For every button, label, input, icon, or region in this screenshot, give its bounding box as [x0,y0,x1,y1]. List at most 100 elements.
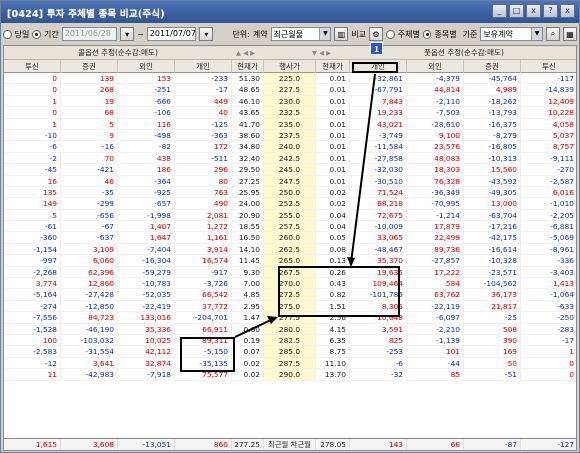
cell-call-foreign: 186 [118,164,175,175]
cell-call-securities: -27,428 [61,289,118,300]
cell-put-trust: 12,409 [521,96,576,106]
settings-button[interactable]: ⚙ [369,27,384,41]
radio-period-label: 기간 [44,29,59,39]
col-call-trust[interactable]: 투신 [4,60,61,73]
minimize-button[interactable]: _ [492,4,507,18]
table-row[interactable]: 1 19 -666 449 46.10 230.0 0.01 7,843 -2,110 -18,2… [4,95,576,108]
search-icon: ⌕ [550,29,556,38]
cell-call-securities: 268 [61,84,118,95]
table-row[interactable]: 11 -42,983 -7,918 75,577 0.02 290.0 13.70 -32 85… [4,369,576,381]
table-row[interactable]: 0 268 -251 -17 48.65 227.5 0.01 -67,791 44,814 4,… [4,84,576,96]
cell-put-securities: -10,328 [464,255,521,266]
table-row[interactable]: 0 68 -106 40 43.65 232.5 0.01 19,233 -7,503 -13,7… [4,107,576,119]
basis-select[interactable]: 보유계약 ▼ [480,27,544,41]
table-row[interactable]: -1,528 -46,190 35,336 66,911 0.60 280.0 4.15 3,… [4,323,576,335]
table-row[interactable]: -12 3,641 32,874 -35,135 0.02 287.5 11.10 -6 -44… [4,357,576,370]
col-call-individual[interactable]: 개인 [175,60,232,73]
table-row[interactable]: 100 -103,032 10,025 89,311 0.19 282.5 6.35 825-… [4,334,576,347]
search-button[interactable]: ⌕ [546,27,561,41]
cell-put-trust: -2,587 [521,176,576,186]
col-put-price[interactable]: 현재가 [316,60,350,73]
cell-call-trust: -274 [4,300,61,312]
month-select[interactable]: 최근월물 ▼ [270,27,332,41]
cell-put-securities: -16,805 [464,141,521,152]
put-nav-arrows[interactable]: ▼ ◀ ▶ [312,48,331,58]
cell-call-trust: -1,154 [4,243,61,255]
cell-put-individual: 71,524 [350,186,407,198]
col-put-trust[interactable]: 투신 [521,60,576,73]
call-nav-arrows[interactable]: ▲ ◀ ▶ [236,48,255,58]
cell-call-price: 46.10 [232,95,264,107]
restore-button[interactable]: x [526,4,541,18]
cell-strike: 225.0 [264,73,316,84]
cell-put-price: 0.01 [316,129,350,141]
table-row[interactable]: -10 9 -498 -363 38.60 237.5 0.01 -3,749 9,100 -8,… [4,129,576,142]
cell-call-securities: 46 [61,175,118,186]
table-row[interactable]: -61 -67 1,407 1,272 18.55 257.5 0.04 -10,009 17,… [4,221,576,233]
col-put-foreign[interactable]: 외인 [407,60,464,73]
total-put-trust: -127 [521,439,576,450]
table-row[interactable]: 135 -35 -925 763 25.95 250.0 0.02 71,524 -36,349… [4,186,576,199]
cell-put-foreign: -36,349 [407,186,464,198]
cell-strike: 240.0 [264,141,316,152]
cell-put-individual: 3,591 [350,323,407,334]
table-row[interactable]: 149 -299 -657 490 24.00 252.5 0.02 68,218 -70,99… [4,198,576,210]
cell-call-securities: 6,060 [61,255,118,266]
radio-period[interactable] [32,29,42,39]
cell-put-securities: -42,175 [464,232,521,243]
cell-call-trust: 1 [4,118,61,129]
cell-put-securities: 21,817 [464,300,521,312]
cell-call-trust: 16 [4,175,61,186]
table-row[interactable]: 5 -656 -1,998 2,081 20.90 255.0 0.04 72,675 -1,2… [4,209,576,222]
cell-call-securities: 139 [61,73,118,84]
cell-put-price: 0.08 [316,243,350,255]
cell-put-trust: -117 [521,73,576,83]
cell-call-foreign: -10,783 [118,278,175,289]
table-row[interactable]: -997 6,060 -16,304 16,574 11.45 265.0 0.13 35,3… [4,255,576,267]
end-calendar-button[interactable]: ▾ [199,27,214,41]
table-row[interactable]: 0 139 153 -233 51.30 225.0 0.01 -32,861 -4,379 -4… [4,73,576,85]
chart-button[interactable]: ▥ [334,27,349,41]
cell-put-securities: -51 [464,369,521,380]
table-row[interactable]: -360 -637 1,647 1,161 16.50 260.0 0.05 33,065 22… [4,232,576,244]
basis-label: 기준 [462,29,478,39]
cell-call-trust: 11 [4,369,61,380]
radio-by-investor-label: 주체별 [397,29,420,39]
table-row[interactable]: 16 46 -364 80 27.25 247.5 0.01 -30,510 76,328 -43… [4,175,576,187]
radio-day[interactable] [3,29,12,39]
total-put-individual: 143 [350,439,407,450]
cell-call-trust: -997 [4,255,61,266]
table-row[interactable]: -6 -16 -82 172 34.80 240.0 0.01 -11,584 23,576 -1… [4,141,576,153]
table-row[interactable]: 1 5 116 -125 41.70 235.0 0.01 43,021 -28,610 -16,… [4,118,576,130]
cell-call-securities: -12,850 [61,300,118,312]
col-call-price[interactable]: 현재가 [232,60,264,73]
cell-call-foreign: -52,035 [118,289,175,300]
cell-call-price: 34.80 [232,141,264,152]
cell-strike: 242.5 [264,152,316,164]
table-row[interactable]: -45 -421 186 296 29.50 245.0 0.01 -32,030 18,303… [4,164,576,176]
cell-call-securities: 3,109 [61,243,118,255]
grid-body: 0 139 153 -233 51.30 225.0 0.01 -32,861 -4,379 -4… [4,73,576,381]
annotation-badge: 1 [370,42,383,55]
table-row[interactable]: -2 70 438 -511 32.40 242.5 0.01 -27,858 48,083 -1… [4,152,576,165]
col-strike[interactable]: 행사가 [264,60,316,73]
table-row[interactable]: -2,583 -31,554 42,112 -5,150 0.07 285.0 8.75 -2… [4,346,576,358]
start-date-input[interactable]: 2011/06/28 [61,27,118,41]
cell-put-trust: -633 [521,301,576,311]
help-button[interactable]: ? [543,4,558,18]
radio-by-item[interactable] [422,29,432,39]
col-call-foreign[interactable]: 외인 [118,60,175,73]
col-put-securities[interactable]: 증권 [464,60,521,73]
table-row[interactable]: -1,154 3,109 -7,404 3,914 14.10 262.5 0.08 -48,… [4,243,576,256]
close-button[interactable]: x [560,4,575,18]
cell-call-trust: -2,268 [4,266,61,278]
cell-put-individual: -32 [350,369,407,380]
excel-button[interactable]: ▦ [563,27,578,41]
radio-by-investor[interactable] [386,29,395,39]
col-call-securities[interactable]: 증권 [61,60,118,73]
end-date-input[interactable]: 2011/07/07 [146,27,197,41]
data-grid[interactable]: 콜옵션 추정(순수감:매도) ▲ ◀ ▶ ▼ ◀ ▶ 풋옵션 추정(순수감:매도… [3,45,577,451]
maximize-button[interactable]: □ [509,4,524,18]
cell-put-individual: -10,009 [350,221,407,232]
start-calendar-button[interactable]: ▾ [120,27,135,41]
